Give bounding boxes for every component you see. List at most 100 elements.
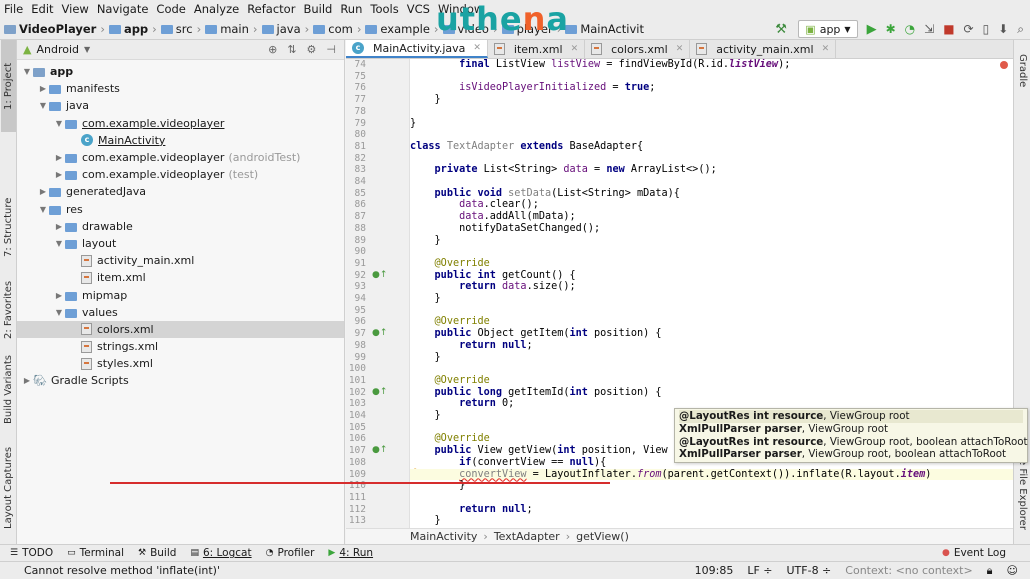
tree-item[interactable]: ▼ java	[17, 97, 344, 114]
code-line[interactable]: isVideoPlayerInitialized = true;	[410, 82, 655, 94]
override-marker-icon[interactable]: ●↑	[372, 387, 387, 397]
code-line[interactable]: public void setData(List<String> mData){	[410, 188, 680, 200]
code-line[interactable]: return 0;	[410, 398, 514, 410]
project-view-mode[interactable]: Android	[36, 43, 79, 56]
lock-icon[interactable]: 🔒︎	[987, 564, 993, 578]
sync-scroll-icon[interactable]: ⊕	[268, 43, 277, 56]
gear-icon[interactable]: ⚙	[307, 43, 317, 56]
tree-item[interactable]: ▼ layout	[17, 235, 344, 252]
code-line[interactable]: }	[410, 235, 441, 247]
param-signature[interactable]: @LayoutRes int resource, ViewGroup root	[679, 410, 1023, 423]
tab-profiler[interactable]: ◔ Profiler	[266, 547, 315, 559]
tree-item[interactable]: c MainActivity	[17, 132, 344, 149]
nav-crumb[interactable]: main	[205, 22, 249, 36]
tree-item[interactable]: ▶ com.example.videoplayer (androidTest)	[17, 149, 344, 166]
code-line[interactable]: @Override	[410, 433, 490, 445]
tab-logcat[interactable]: ▤ 6: Logcat	[190, 547, 251, 559]
tab-build[interactable]: ⚒ Build	[138, 547, 176, 559]
tree-item[interactable]: ▶ manifests	[17, 80, 344, 97]
close-icon[interactable]: ✕	[473, 43, 481, 53]
override-marker-icon[interactable]: ●↑	[372, 445, 387, 455]
tab-structure[interactable]: 7: Structure	[1, 180, 16, 275]
code-line[interactable]: }	[410, 293, 441, 305]
close-icon[interactable]: ✕	[676, 44, 684, 54]
line-separator[interactable]: LF ÷	[747, 564, 772, 578]
chevron-right-icon[interactable]: ▶	[21, 376, 33, 385]
code-line[interactable]: convertView = LayoutInflater.from(parent…	[410, 468, 1013, 481]
nav-crumb[interactable]: src	[160, 22, 193, 36]
tab-event-log[interactable]: ● Event Log	[942, 547, 1030, 559]
file-encoding[interactable]: UTF-8 ÷	[787, 564, 832, 578]
code-line[interactable]: return data.size();	[410, 281, 576, 293]
tree-item[interactable]: ▶ mipmap	[17, 286, 344, 303]
tree-item[interactable]: activity_main.xml	[17, 252, 344, 269]
nav-crumb[interactable]: example	[365, 22, 430, 36]
code-line[interactable]: final ListView listView = findViewById(R…	[410, 59, 790, 71]
attach-debugger-icon[interactable]: ⇲	[924, 22, 934, 36]
hide-icon[interactable]: ⊣	[326, 43, 336, 56]
tab-colors-xml[interactable]: colors.xml ✕	[585, 40, 691, 58]
sync-icon[interactable]: ⟳	[964, 22, 974, 36]
stop-icon[interactable]: ■	[943, 22, 954, 36]
chevron-down-icon[interactable]: ▼	[21, 67, 33, 76]
breadcrumb-item[interactable]: MainActivity	[410, 530, 477, 543]
hector-icon[interactable]: ☺	[1007, 564, 1018, 578]
menu-code[interactable]: Code	[156, 2, 185, 16]
context-indicator[interactable]: Context: <no context>	[845, 564, 972, 578]
collapse-all-icon[interactable]: ⇅	[287, 43, 296, 56]
tree-item[interactable]: strings.xml	[17, 338, 344, 355]
code-line[interactable]: public Object getItem(int position) {	[410, 328, 662, 340]
menu-analyze[interactable]: Analyze	[194, 2, 239, 16]
menu-navigate[interactable]: Navigate	[97, 2, 149, 16]
code-line[interactable]: @Override	[410, 258, 490, 270]
code-line[interactable]: data.clear();	[410, 199, 539, 211]
profile-icon[interactable]: ◔	[905, 22, 915, 36]
code-line[interactable]: private List<String> data = new ArrayLis…	[410, 164, 717, 176]
tree-item[interactable]: item.xml	[17, 269, 344, 286]
breadcrumb-item[interactable]: TextAdapter	[494, 530, 560, 543]
code-line[interactable]: }	[410, 118, 416, 130]
run-icon[interactable]: ▶	[867, 22, 877, 37]
debug-icon[interactable]: ✱	[886, 22, 896, 36]
code-line[interactable]: }	[410, 94, 441, 106]
code-line[interactable]: public int getCount() {	[410, 270, 576, 282]
tab-todo[interactable]: ☰ TODO	[10, 547, 53, 559]
tab-mainactivity-java[interactable]: c MainActivity.java ✕	[346, 40, 488, 58]
sdk-manager-icon[interactable]: ⬇	[998, 22, 1008, 36]
code-line[interactable]: public View getView(int position, View c…	[410, 445, 687, 457]
tree-item[interactable]: ▶ generatedJava	[17, 183, 344, 200]
cursor-position[interactable]: 109:85	[695, 564, 734, 578]
tree-item[interactable]: colors.xml	[17, 320, 344, 338]
chevron-right-icon[interactable]: ▶	[53, 222, 65, 231]
code-line[interactable]: class TextAdapter extends BaseAdapter{	[410, 141, 643, 153]
chevron-down-icon[interactable]: ▼	[37, 205, 49, 214]
menu-view[interactable]: View	[62, 2, 89, 16]
tree-item[interactable]: styles.xml	[17, 355, 344, 372]
menu-vcs[interactable]: VCS	[407, 2, 430, 16]
code-line[interactable]: @Override	[410, 375, 490, 387]
tab-favorites[interactable]: 2: Favorites	[1, 262, 16, 357]
code-line[interactable]: @Override	[410, 316, 490, 328]
override-marker-icon[interactable]: ●↑	[372, 270, 387, 280]
search-icon[interactable]: ⌕	[1017, 22, 1024, 37]
param-signature[interactable]: XmlPullParser parser, ViewGroup root	[679, 423, 1023, 436]
code-line[interactable]: }	[410, 410, 441, 422]
code-line[interactable]: return null;	[410, 340, 533, 352]
nav-project-root[interactable]: VideoPlayer	[4, 22, 96, 36]
code-line[interactable]: return null;	[410, 504, 533, 516]
param-signature[interactable]: XmlPullParser parser, ViewGroup root, bo…	[679, 448, 1023, 461]
menu-refactor[interactable]: Refactor	[247, 2, 295, 16]
run-config-dropdown[interactable]: ▣ app ▼	[798, 20, 858, 38]
error-marker-icon[interactable]	[1000, 61, 1008, 69]
tab-build-variants[interactable]: Build Variants	[1, 345, 16, 435]
nav-crumb[interactable]: java	[261, 22, 301, 36]
chevron-right-icon[interactable]: ▶	[37, 187, 49, 196]
menu-tools[interactable]: Tools	[370, 2, 398, 16]
close-icon[interactable]: ✕	[571, 44, 579, 54]
chevron-down-icon[interactable]: ▼	[37, 101, 49, 110]
tree-item[interactable]: ▼ res	[17, 201, 344, 218]
chevron-right-icon[interactable]: ▶	[53, 170, 65, 179]
code-line[interactable]: data.addAll(mData);	[410, 211, 576, 223]
chevron-down-icon[interactable]: ▼	[53, 239, 65, 248]
tab-item-xml[interactable]: item.xml ✕	[488, 40, 586, 58]
